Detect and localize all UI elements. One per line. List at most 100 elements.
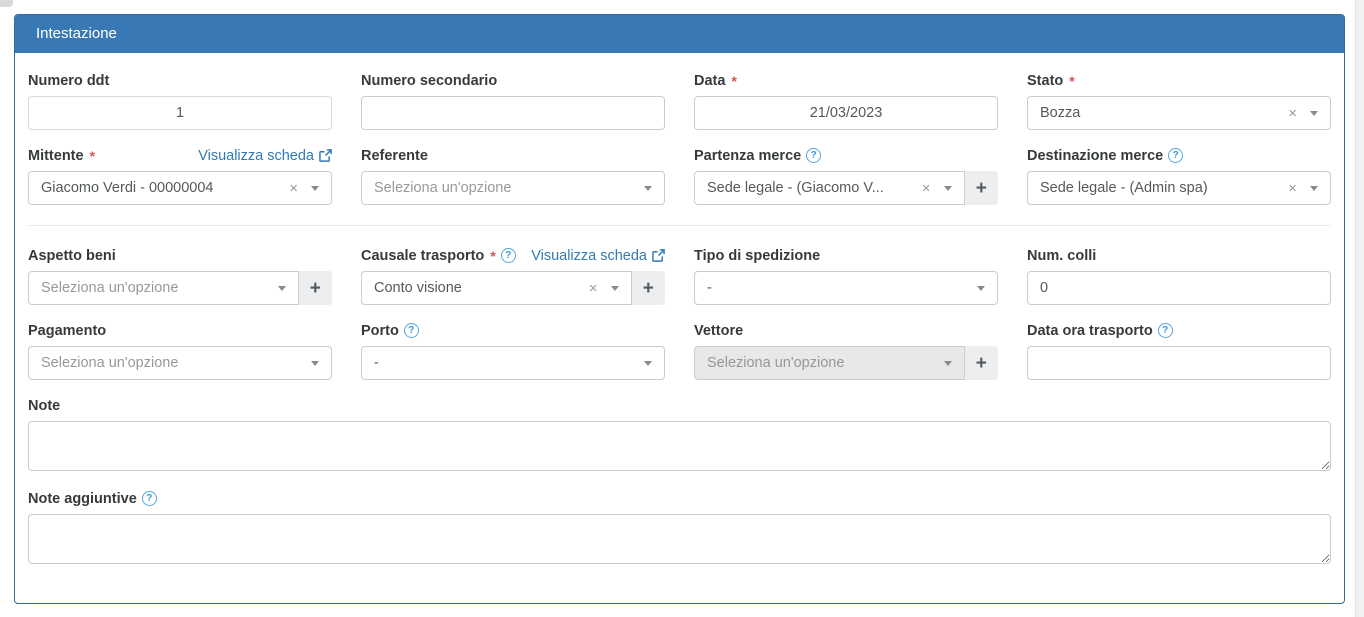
- vettore-select: Seleziona un'opzione: [694, 346, 965, 380]
- pagamento-select-placeholder: Seleziona un'opzione: [41, 355, 311, 371]
- field-numero-secondario: Numero secondario: [361, 72, 665, 130]
- data-label: Data: [694, 73, 725, 89]
- mittente-label: Mittente: [28, 148, 84, 164]
- panel-body: Numero ddt Numero secondario Data * Stato…: [15, 53, 1344, 597]
- partenza-merce-group: Sede legale - (Giacomo V... × +: [694, 171, 998, 205]
- porto-select-value: -: [374, 355, 644, 371]
- required-asterisk: *: [490, 248, 495, 264]
- required-asterisk: *: [731, 73, 736, 89]
- numero-secondario-input[interactable]: [361, 96, 665, 130]
- field-stato: Stato * Bozza ×: [1027, 72, 1331, 130]
- porto-label: Porto: [361, 323, 399, 339]
- clear-icon[interactable]: ×: [922, 181, 931, 196]
- data-ora-trasporto-label: Data ora trasporto: [1027, 323, 1153, 339]
- causale-trasporto-visualizza-scheda-link[interactable]: Visualizza scheda: [531, 248, 665, 264]
- numero-ddt-label: Numero ddt: [28, 73, 109, 89]
- field-data: Data *: [694, 72, 998, 130]
- help-icon[interactable]: ?: [404, 323, 419, 338]
- tipo-spedizione-select[interactable]: -: [694, 271, 998, 305]
- field-destinazione-merce: Destinazione merce? Sede legale - (Admin…: [1027, 147, 1331, 205]
- stato-select[interactable]: Bozza ×: [1027, 96, 1331, 130]
- aspetto-beni-add-button[interactable]: +: [299, 271, 332, 305]
- clear-icon[interactable]: ×: [589, 281, 598, 296]
- section-divider: [28, 225, 1331, 226]
- tipo-spedizione-label: Tipo di spedizione: [694, 248, 820, 264]
- caret-down-icon: [1310, 186, 1318, 191]
- scrolled-element-fragment: [0, 0, 13, 7]
- causale-trasporto-group: Conto visione × +: [361, 271, 665, 305]
- porto-select[interactable]: -: [361, 346, 665, 380]
- vettore-label: Vettore: [694, 323, 743, 339]
- field-porto: Porto? -: [361, 322, 665, 380]
- field-note-aggiuntive: Note aggiuntive?: [28, 490, 1331, 564]
- destinazione-merce-select[interactable]: Sede legale - (Admin spa) ×: [1027, 171, 1331, 205]
- intestazione-panel: Intestazione Numero ddt Numero secondari…: [14, 14, 1345, 604]
- field-tipo-spedizione: Tipo di spedizione -: [694, 247, 998, 305]
- referente-select[interactable]: Seleziona un'opzione: [361, 171, 665, 205]
- causale-trasporto-select-value: Conto visione: [374, 280, 581, 296]
- destinazione-merce-label: Destinazione merce: [1027, 148, 1163, 164]
- help-icon[interactable]: ?: [1168, 148, 1183, 163]
- caret-down-icon: [644, 186, 652, 191]
- field-num-colli: Num. colli: [1027, 247, 1331, 305]
- link-label: Visualizza scheda: [531, 248, 647, 264]
- external-link-icon: [319, 149, 332, 162]
- aspetto-beni-select[interactable]: Seleziona un'opzione: [28, 271, 299, 305]
- caret-down-icon: [278, 286, 286, 291]
- note-aggiuntive-textarea[interactable]: [28, 514, 1331, 564]
- caret-down-icon: [1310, 111, 1318, 116]
- help-icon[interactable]: ?: [142, 491, 157, 506]
- field-vettore: Vettore Seleziona un'opzione +: [694, 322, 998, 380]
- mittente-select[interactable]: Giacomo Verdi - 00000004 ×: [28, 171, 332, 205]
- causale-trasporto-label: Causale trasporto: [361, 248, 484, 264]
- external-link-icon: [652, 249, 665, 262]
- panel-title: Intestazione: [15, 15, 1344, 53]
- field-aspetto-beni: Aspetto beni Seleziona un'opzione +: [28, 247, 332, 305]
- field-mittente: Mittente* Visualizza scheda Giacomo Verd…: [28, 147, 332, 205]
- note-textarea[interactable]: [28, 421, 1331, 471]
- help-icon[interactable]: ?: [806, 148, 821, 163]
- field-causale-trasporto: Causale trasporto *? Visualizza scheda Co…: [361, 247, 665, 305]
- form-row-1: Numero ddt Numero secondario Data * Stato…: [28, 72, 1331, 130]
- clear-icon[interactable]: ×: [289, 181, 298, 196]
- partenza-merce-label: Partenza merce: [694, 148, 801, 164]
- aspetto-beni-select-placeholder: Seleziona un'opzione: [41, 280, 278, 296]
- stato-select-value: Bozza: [1040, 105, 1280, 121]
- vettore-add-button[interactable]: +: [965, 346, 998, 380]
- pagamento-select[interactable]: Seleziona un'opzione: [28, 346, 332, 380]
- note-label: Note: [28, 398, 60, 414]
- partenza-merce-add-button[interactable]: +: [965, 171, 998, 205]
- caret-down-icon: [944, 186, 952, 191]
- mittente-visualizza-scheda-link[interactable]: Visualizza scheda: [198, 148, 332, 164]
- numero-secondario-label: Numero secondario: [361, 73, 497, 89]
- aspetto-beni-label: Aspetto beni: [28, 248, 116, 264]
- partenza-merce-select-value: Sede legale - (Giacomo V...: [707, 180, 914, 196]
- required-asterisk: *: [1069, 73, 1074, 89]
- link-label: Visualizza scheda: [198, 148, 314, 164]
- destinazione-merce-select-value: Sede legale - (Admin spa): [1040, 180, 1280, 196]
- help-icon[interactable]: ?: [501, 248, 516, 263]
- caret-down-icon: [944, 361, 952, 366]
- num-colli-input[interactable]: [1027, 271, 1331, 305]
- caret-down-icon: [311, 361, 319, 366]
- causale-trasporto-add-button[interactable]: +: [632, 271, 665, 305]
- help-icon[interactable]: ?: [1158, 323, 1173, 338]
- data-input[interactable]: [694, 96, 998, 130]
- caret-down-icon: [311, 186, 319, 191]
- partenza-merce-select[interactable]: Sede legale - (Giacomo V... ×: [694, 171, 965, 205]
- tipo-spedizione-select-value: -: [707, 280, 977, 296]
- pagamento-label: Pagamento: [28, 323, 106, 339]
- field-data-ora-trasporto: Data ora trasporto?: [1027, 322, 1331, 380]
- vettore-group: Seleziona un'opzione +: [694, 346, 998, 380]
- clear-icon[interactable]: ×: [1288, 181, 1297, 196]
- numero-ddt-input[interactable]: [28, 96, 332, 130]
- note-aggiuntive-label: Note aggiuntive: [28, 491, 137, 507]
- page-scrollbar-gutter[interactable]: [1355, 0, 1364, 617]
- field-partenza-merce: Partenza merce? Sede legale - (Giacomo V…: [694, 147, 998, 205]
- data-ora-trasporto-input[interactable]: [1027, 346, 1331, 380]
- field-note: Note: [28, 397, 1331, 471]
- clear-icon[interactable]: ×: [1288, 106, 1297, 121]
- causale-trasporto-select[interactable]: Conto visione ×: [361, 271, 632, 305]
- form-row-4: Pagamento Seleziona un'opzione Porto? - …: [28, 322, 1331, 380]
- stato-label: Stato: [1027, 73, 1063, 89]
